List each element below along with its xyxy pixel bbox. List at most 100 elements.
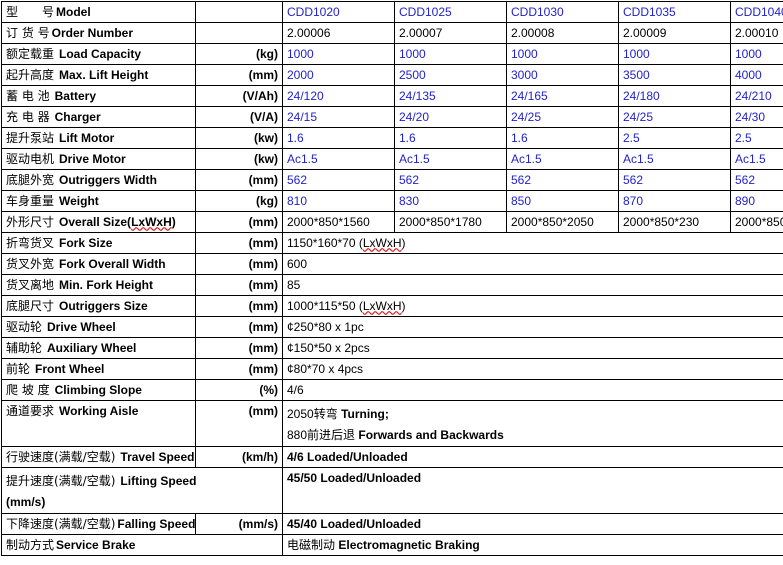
row-label-zh: 起升高度: [6, 68, 54, 83]
cell-falling-speed-value: 45/40 Loaded/Unloaded: [283, 514, 783, 535]
cell-overall-4: 2000*850*230: [619, 212, 731, 233]
table-body: 型 号 Model CDD1020 CDD1025 CDD1030 CDD103…: [2, 2, 783, 556]
row-label-climbing-slope: 爬 坡 度 Climbing Slope: [2, 380, 196, 401]
cell-outwidth-1: 562: [283, 170, 395, 191]
row-label-zh: 额定载重: [6, 47, 54, 62]
row-label-zh: 提升泵站: [6, 131, 54, 146]
row-label-en: Outriggers Size: [59, 299, 148, 314]
cell-order-2: 2.00007: [395, 23, 507, 44]
working-aisle-line-2: 880前进后退 Forwards and Backwards: [287, 425, 783, 446]
cell-service-brake-value: 电磁制动 Electromagnetic Braking: [283, 535, 783, 556]
row-label-drive-motor: 驱动电机 Drive Motor: [2, 149, 196, 170]
cell-liftmotor-4: 2.5: [619, 128, 731, 149]
cell-weight-2: 830: [395, 191, 507, 212]
cell-travel-speed-value: 4/6 Loaded/Unloaded: [283, 447, 783, 468]
row-label-min-fork-height: 货叉离地 Min. Fork Height: [2, 275, 196, 296]
row-label-en: Lift Motor: [59, 131, 114, 146]
row-label-zh: 充 电 器: [6, 110, 50, 125]
cell-charger-4: 24/25: [619, 107, 731, 128]
cell-charger-5: 24/30: [731, 107, 783, 128]
row-unit: (mm): [196, 401, 283, 447]
cell-working-aisle-value: 2050转弯 Turning; 880前进后退 Forwards and Bac…: [283, 401, 783, 447]
cell-drivemotor-3: Ac1.5: [507, 149, 619, 170]
row-label-battery: 蓄 电 池 Battery: [2, 86, 196, 107]
cell-lift-5: 4000: [731, 65, 783, 86]
cell-battery-4: 24/180: [619, 86, 731, 107]
row-label-zh: 制动方式: [6, 538, 54, 553]
row-unit: (km/h): [196, 447, 283, 468]
cell-outwidth-2: 562: [395, 170, 507, 191]
table-row: 车身重量 Weight (kg) 810 830 850 870 890: [2, 191, 783, 212]
row-label-travel-speed: 行驶速度(满载/空载) Travel Speed: [2, 447, 196, 468]
table-row: 底腿尺寸 Outriggers Size (mm) 1000*115*50 (L…: [2, 296, 783, 317]
row-label-zh: 辅助轮: [6, 341, 42, 356]
table-row: 辅助轮 Auxiliary Wheel (mm) ¢150*50 x 2pcs: [2, 338, 783, 359]
row-label-zh: 折弯货叉: [6, 236, 54, 251]
row-label-en: Lifting Speed: [120, 471, 196, 492]
row-unit: (mm): [196, 275, 283, 296]
row-label-en: Weight: [59, 194, 99, 209]
table-row: 行驶速度(满载/空载) Travel Speed (km/h) 4/6 Load…: [2, 447, 783, 468]
cell-auxiliary-wheel-value: ¢150*50 x 2pcs: [283, 338, 783, 359]
cell-liftmotor-2: 1.6: [395, 128, 507, 149]
cell-battery-5: 24/210: [731, 86, 783, 107]
row-label-en: Climbing Slope: [55, 383, 142, 398]
cell-weight-5: 890: [731, 191, 783, 212]
cell-overall-5: 2000*850*2550: [731, 212, 783, 233]
row-unit: (mm): [196, 212, 283, 233]
row-label-zh: 驱动电机: [6, 152, 54, 167]
row-label-service-brake: 制动方式 Service Brake: [2, 535, 283, 556]
row-label-working-aisle: 通道要求 Working Aisle: [2, 401, 196, 447]
cell-charger-3: 24/25: [507, 107, 619, 128]
row-label-en: Battery: [55, 89, 96, 104]
row-label-falling-speed: 下降速度(满载/空载) Falling Speed: [2, 514, 196, 535]
cell-model-5: CDD1040: [731, 2, 783, 23]
row-label-charger: 充 电 器 Charger: [2, 107, 196, 128]
row-label-en: Fork Size: [59, 236, 112, 251]
row-unit-inline: (mm/s): [6, 492, 278, 513]
row-label-en: Overall Size(LxWxH): [59, 215, 176, 230]
row-label-lift-motor: 提升泵站 Lift Motor: [2, 128, 196, 149]
row-label-en: Drive Wheel: [47, 320, 116, 335]
table-row: 爬 坡 度 Climbing Slope (%) 4/6: [2, 380, 783, 401]
row-label-en: Order Number: [52, 26, 133, 41]
row-label-outriggers-width: 底腿外宽 Outriggers Width: [2, 170, 196, 191]
spellcheck-text: LxWxH: [131, 215, 172, 229]
row-label-zh: 车身重量: [6, 194, 54, 209]
cell-outwidth-4: 562: [619, 170, 731, 191]
cell-liftmotor-3: 1.6: [507, 128, 619, 149]
specification-table: 型 号 Model CDD1020 CDD1025 CDD1030 CDD103…: [1, 1, 783, 556]
table-row: 前轮 Front Wheel (mm) ¢80*70 x 4pcs: [2, 359, 783, 380]
cell-liftmotor-1: 1.6: [283, 128, 395, 149]
row-label-zh: 爬 坡 度: [6, 383, 50, 398]
row-unit: (kg): [196, 44, 283, 65]
row-unit: (mm): [196, 233, 283, 254]
table-row: 通道要求 Working Aisle (mm) 2050转弯 Turning; …: [2, 401, 783, 447]
row-unit: (V/A): [196, 107, 283, 128]
row-label-en: Front Wheel: [35, 362, 104, 377]
cell-model-3: CDD1030: [507, 2, 619, 23]
row-label-lifting-speed: 提升速度(满载/空载) Lifting Speed (mm/s): [2, 468, 283, 514]
cell-model-2: CDD1025: [395, 2, 507, 23]
row-unit: (mm): [196, 296, 283, 317]
cell-order-4: 2.00009: [619, 23, 731, 44]
table-row: 驱动电机 Drive Motor (kw) Ac1.5 Ac1.5 Ac1.5 …: [2, 149, 783, 170]
cell-liftmotor-5: 2.5: [731, 128, 783, 149]
table-row: 底腿外宽 Outriggers Width (mm) 562 562 562 5…: [2, 170, 783, 191]
row-label-zh: 提升速度(满载/空载): [6, 471, 115, 492]
row-label-zh: 通道要求: [6, 404, 54, 419]
row-unit: (mm): [196, 65, 283, 86]
row-label-en: Falling Speed: [117, 517, 195, 532]
cell-model-4: CDD1035: [619, 2, 731, 23]
cell-battery-3: 24/165: [507, 86, 619, 107]
cell-model-1: CDD1020: [283, 2, 395, 23]
row-label-fork-size: 折弯货叉 Fork Size: [2, 233, 196, 254]
row-unit: (mm): [196, 359, 283, 380]
table-row: 下降速度(满载/空载) Falling Speed (mm/s) 45/40 L…: [2, 514, 783, 535]
cell-load-3: 1000: [507, 44, 619, 65]
cell-lift-3: 3000: [507, 65, 619, 86]
row-label-en: Model: [56, 5, 91, 20]
row-unit: [196, 2, 283, 23]
cell-fork-overall-width-value: 600: [283, 254, 783, 275]
cell-overall-1: 2000*850*1560: [283, 212, 395, 233]
